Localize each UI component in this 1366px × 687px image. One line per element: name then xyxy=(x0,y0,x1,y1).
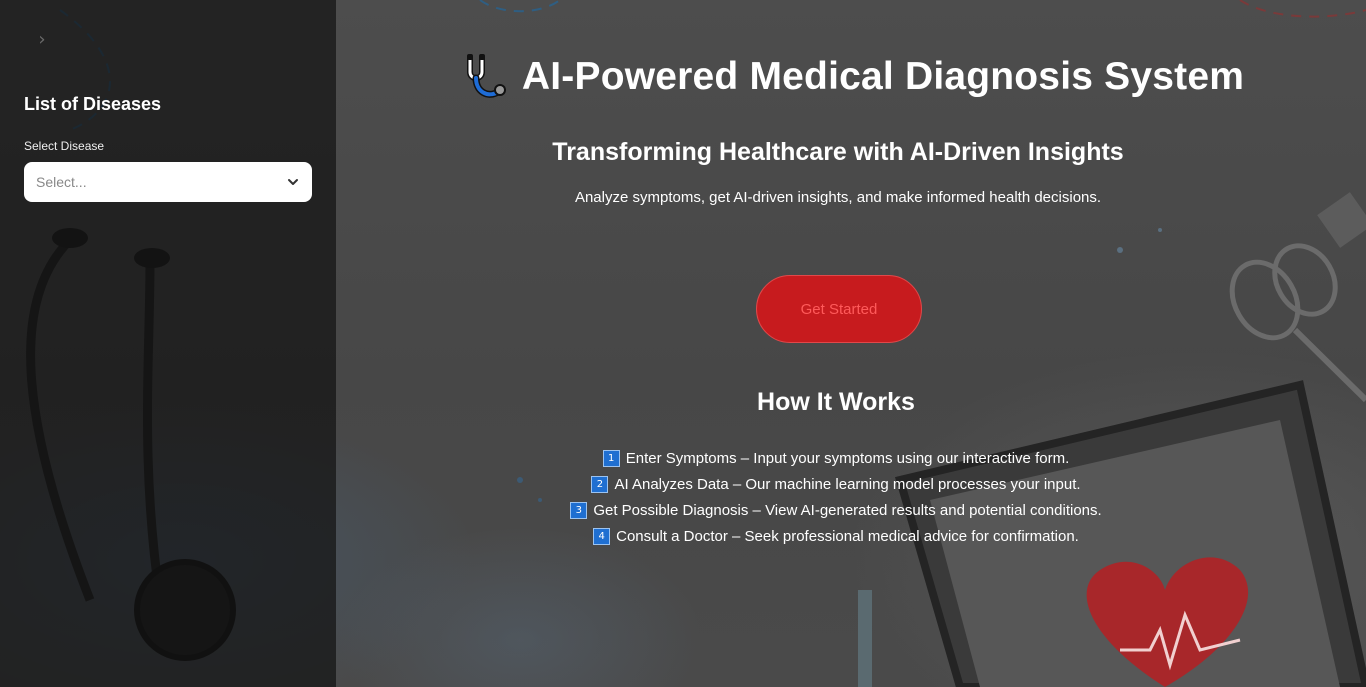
main-content: AI-Powered Medical Diagnosis System Tran… xyxy=(336,0,1366,687)
page-title: AI-Powered Medical Diagnosis System xyxy=(521,55,1245,98)
number-badge-icon: 1 xyxy=(602,449,620,467)
sidebar: › List of Diseases Select Disease Select… xyxy=(0,0,336,687)
step-item: 1 Enter Symptoms – Input your symptoms u… xyxy=(602,448,1070,468)
page-subtitle: Transforming Healthcare with AI-Driven I… xyxy=(552,138,1124,166)
chevron-right-icon: › xyxy=(38,28,46,50)
step-item: 4 Consult a Doctor – Seek professional m… xyxy=(593,526,1079,546)
step-item: 3 Get Possible Diagnosis – View AI-gener… xyxy=(570,500,1102,520)
disease-select[interactable]: Select... xyxy=(24,162,312,202)
step-text: AI Analyzes Data – Our machine learning … xyxy=(614,475,1081,493)
how-it-works-heading: How It Works xyxy=(757,388,915,416)
step-text: Get Possible Diagnosis – View AI-generat… xyxy=(593,501,1102,519)
number-badge-icon: 4 xyxy=(593,527,611,545)
sidebar-collapse-button[interactable]: › xyxy=(32,28,52,50)
get-started-button[interactable]: Get Started xyxy=(756,275,922,343)
select-disease-label: Select Disease xyxy=(24,139,105,153)
sidebar-title: List of Diseases xyxy=(24,94,162,114)
step-text: Enter Symptoms – Input your symptoms usi… xyxy=(625,449,1070,467)
chevron-down-icon xyxy=(288,179,298,185)
number-badge-icon: 2 xyxy=(591,475,609,493)
steps-list: 1 Enter Symptoms – Input your symptoms u… xyxy=(336,448,1336,546)
number-badge-icon: 3 xyxy=(570,501,588,519)
step-text: Consult a Doctor – Seek professional med… xyxy=(616,527,1079,545)
disease-select-placeholder: Select... xyxy=(36,174,87,190)
stethoscope-icon xyxy=(466,54,506,98)
title-row: AI-Powered Medical Diagnosis System xyxy=(336,52,1366,102)
step-item: 2 AI Analyzes Data – Our machine learnin… xyxy=(591,474,1081,494)
page-tagline: Analyze symptoms, get AI-driven insights… xyxy=(574,189,1102,206)
